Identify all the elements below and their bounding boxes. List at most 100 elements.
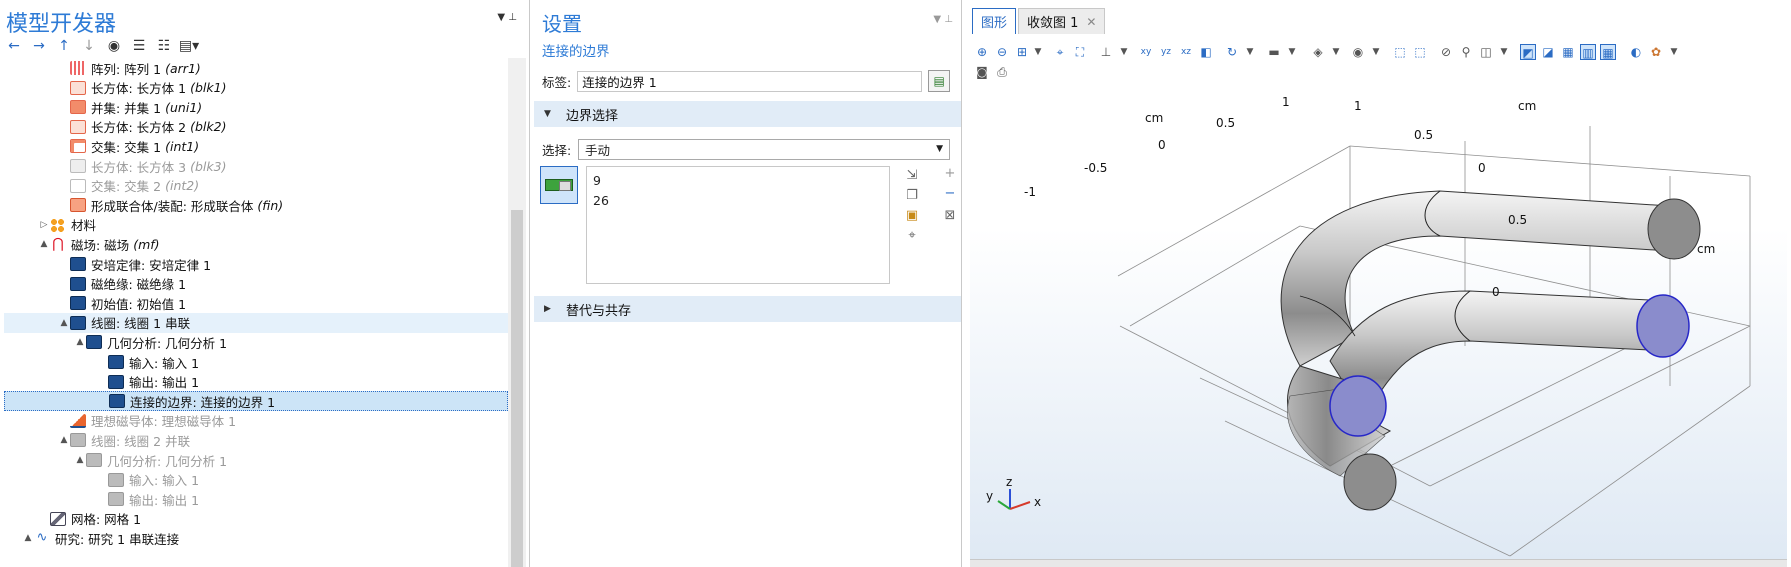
move-up-icon[interactable]: ↑ xyxy=(56,38,72,54)
zoom-box-icon[interactable]: ⊞ xyxy=(1014,44,1030,60)
expand-arrow-icon[interactable]: ▲ xyxy=(38,239,50,249)
move-down-icon[interactable]: ↓ xyxy=(81,38,97,54)
tree-item[interactable]: 长方体: 长方体 2 (blk2) xyxy=(4,117,508,137)
chevron-down-icon[interactable]: ▼ xyxy=(1666,44,1682,60)
expand-arrow-icon[interactable]: ▲ xyxy=(74,455,86,465)
tree-item[interactable]: 输入: 输入 1 xyxy=(4,352,508,372)
tree-item[interactable]: 输出: 输出 1 xyxy=(4,372,508,392)
show-icon[interactable]: ◉ xyxy=(106,38,122,54)
paste-icon[interactable]: ▣ xyxy=(904,208,920,224)
list-item[interactable]: 26 xyxy=(593,191,883,211)
select-boundaries-icon[interactable]: ◉ xyxy=(1350,44,1366,60)
pane-menu-icon[interactable]: ▼ ⊥ xyxy=(933,14,953,25)
hide-icon[interactable]: ⊘ xyxy=(1438,44,1454,60)
tree-item[interactable]: 交集: 交集 2 (int2) xyxy=(4,176,508,196)
rotate-icon[interactable]: ↻ xyxy=(1224,44,1240,60)
zoom-to-selection-icon[interactable]: ⌖ xyxy=(904,228,920,244)
show-hidden-icon[interactable]: ⚲ xyxy=(1458,44,1474,60)
tree-item[interactable]: 输出: 输出 1 xyxy=(4,489,508,509)
clear-selection-icon[interactable]: ⊠ xyxy=(942,208,958,224)
zoom-out-icon[interactable]: ⊖ xyxy=(994,44,1010,60)
close-icon[interactable]: ✕ xyxy=(1086,15,1096,29)
tree-item[interactable]: 初始值: 初始值 1 xyxy=(4,293,508,313)
chevron-down-icon[interactable]: ▼ xyxy=(1030,44,1046,60)
tree-item[interactable]: 连接的边界: 连接的边界 1 xyxy=(4,391,508,412)
tree-item[interactable]: ▲ 线圈: 线圈 1 串联 xyxy=(4,312,508,333)
tree-item[interactable]: 网格: 网格 1 xyxy=(4,509,508,529)
chevron-down-icon[interactable]: ▼ xyxy=(1328,44,1344,60)
transparency-icon[interactable]: ◫ xyxy=(1478,44,1494,60)
back-arrow-icon[interactable]: ← xyxy=(6,38,22,54)
add-icon[interactable]: + xyxy=(942,166,958,182)
print-icon[interactable]: ⎙ xyxy=(994,64,1010,80)
tree-item[interactable]: ▲ ∿ 研究: 研究 1 串联连接 xyxy=(4,528,508,548)
label-reset-button[interactable]: ▤ xyxy=(928,70,950,92)
tree-item[interactable]: ▲ ⋂ 磁场: 磁场 (mf) xyxy=(4,234,508,254)
copy-icon[interactable]: ❐ xyxy=(904,188,920,204)
view-axes-icon[interactable]: ⊥ xyxy=(1098,44,1114,60)
tree-item[interactable]: 长方体: 长方体 3 (blk3) xyxy=(4,156,508,176)
deselect-box-icon[interactable]: ⬚ xyxy=(1412,44,1428,60)
boundary-selection-section[interactable]: ▼ 边界选择 xyxy=(534,101,961,127)
axis-grid-icon[interactable]: ▦ xyxy=(1600,44,1616,60)
selection-dropdown[interactable]: 手动 ▼ xyxy=(578,138,950,160)
select-box-icon[interactable]: ⬚ xyxy=(1392,44,1408,60)
tree-item[interactable]: 长方体: 长方体 1 (blk1) xyxy=(4,78,508,98)
scene-icon[interactable]: ▥ xyxy=(1580,44,1596,60)
view-xy-icon[interactable]: xy xyxy=(1138,44,1154,60)
chevron-down-icon[interactable]: ▼ xyxy=(1368,44,1384,60)
tree-item[interactable]: 并集: 并集 1 (uni1) xyxy=(4,97,508,117)
expand-all-icon[interactable]: ☰ xyxy=(131,38,147,54)
camera-icon[interactable]: ◙ xyxy=(974,64,990,80)
zoom-in-icon[interactable]: ⊕ xyxy=(974,44,990,60)
tab-convergence-plot[interactable]: 收敛图 1 ✕ xyxy=(1018,8,1106,34)
render-mode-icon[interactable]: ◪ xyxy=(1540,44,1556,60)
expand-arrow-icon[interactable]: ▲ xyxy=(58,318,70,328)
grid-icon[interactable]: ▦ xyxy=(1560,44,1576,60)
expand-arrow-icon[interactable]: ▲ xyxy=(74,337,86,347)
zoom-extents-icon[interactable]: ⛶ xyxy=(1072,44,1088,60)
remove-icon[interactable]: − xyxy=(942,186,958,202)
tree-item[interactable]: 理想磁导体: 理想磁导体 1 xyxy=(4,411,508,431)
chevron-down-icon[interactable]: ▼ xyxy=(1496,44,1512,60)
override-section[interactable]: ▶ 替代与共存 xyxy=(534,296,961,322)
view-xz-icon[interactable]: xz xyxy=(1178,44,1194,60)
list-item[interactable]: 9 xyxy=(593,171,883,191)
collapse-arrow-icon[interactable]: ▷ xyxy=(38,220,50,230)
zoom-selected-icon[interactable]: ⌖ xyxy=(1052,44,1068,60)
select-entities-icon[interactable]: ⇲ xyxy=(904,168,920,184)
wireframe-icon[interactable]: ◩ xyxy=(1520,44,1536,60)
tree-item[interactable]: 输入: 输入 1 xyxy=(4,470,508,490)
expand-arrow-icon[interactable]: ▲ xyxy=(58,435,70,445)
scene-light-icon[interactable]: ▬ xyxy=(1266,44,1282,60)
graphics-canvas[interactable]: cm cm cm -1 -0.5 0 0.5 1 1 0.5 0 0.5 0 z xyxy=(970,86,1787,559)
label-input[interactable] xyxy=(577,70,923,92)
tree-item[interactable]: 安培定律: 安培定律 1 xyxy=(4,254,508,274)
chevron-down-icon[interactable]: ▼ xyxy=(1284,44,1300,60)
expand-arrow-icon[interactable]: ▲ xyxy=(22,533,34,543)
chevron-down-icon[interactable]: ▼ xyxy=(1242,44,1258,60)
active-selection-toggle[interactable] xyxy=(540,166,578,204)
forward-arrow-icon[interactable]: → xyxy=(31,38,47,54)
tree-item[interactable]: 形成联合体/装配: 形成联合体 (fin) xyxy=(4,195,508,215)
tree-options-icon[interactable]: ▤▾ xyxy=(179,38,199,54)
view-3d-icon[interactable]: ◧ xyxy=(1198,44,1214,60)
tree-item[interactable]: ▲ 线圈: 线圈 2 并联 xyxy=(4,430,508,450)
view-yz-icon[interactable]: yz xyxy=(1158,44,1174,60)
tab-graphics[interactable]: 图形 xyxy=(972,8,1017,34)
tree-item[interactable]: ▷ 材料 xyxy=(4,215,508,235)
boundary-list[interactable]: 9 26 xyxy=(586,166,890,284)
geometry-view[interactable]: cm cm cm -1 -0.5 0 0.5 1 1 0.5 0 0.5 0 z xyxy=(970,86,1787,559)
select-objects-icon[interactable]: ◈ xyxy=(1310,44,1326,60)
pane-menu-icon[interactable]: ▼ ⊥ xyxy=(497,12,517,23)
scrollbar-thumb[interactable] xyxy=(511,210,523,567)
lighting-icon[interactable]: ◐ xyxy=(1628,44,1644,60)
tree-item[interactable]: ▲ 几何分析: 几何分析 1 xyxy=(4,450,508,470)
model-tree-scrollbar[interactable] xyxy=(508,58,526,567)
chevron-down-icon[interactable]: ▼ xyxy=(1116,44,1132,60)
tree-item[interactable]: 磁绝缘: 磁绝缘 1 xyxy=(4,274,508,294)
collapse-all-icon[interactable]: ☷ xyxy=(156,38,172,54)
tree-item[interactable]: 阵列: 阵列 1 (arr1) xyxy=(4,58,508,78)
color-palette-icon[interactable]: ✿ xyxy=(1648,44,1664,60)
tree-item[interactable]: 交集: 交集 1 (int1) xyxy=(4,136,508,156)
